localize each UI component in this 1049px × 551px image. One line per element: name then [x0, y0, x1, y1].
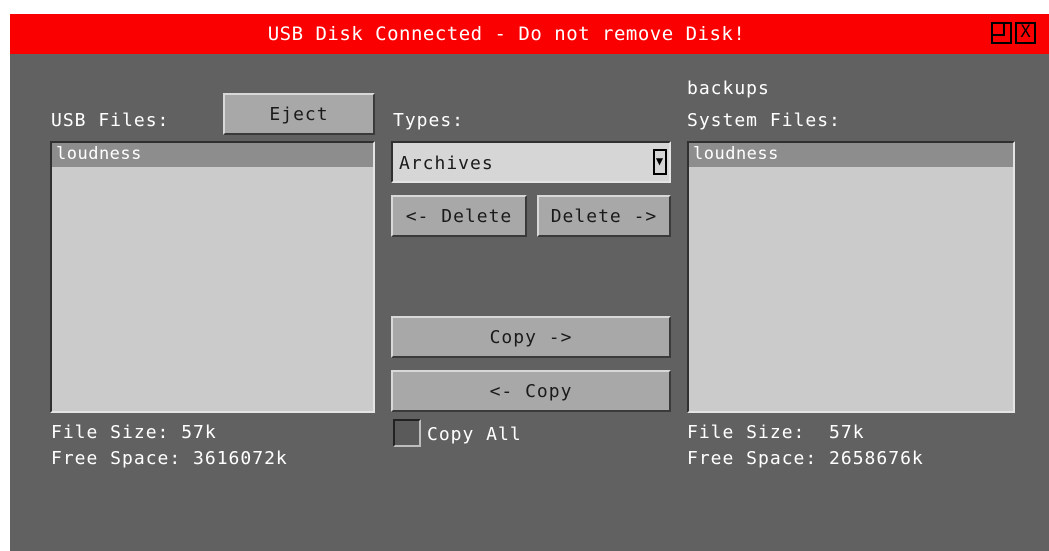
usb-files-label: USB Files: — [51, 110, 170, 131]
copy-to-system-button[interactable]: Copy -> — [391, 316, 671, 358]
system-file-size: File Size: 57k — [687, 422, 865, 443]
types-label: Types: — [393, 110, 465, 131]
delete-right-button[interactable]: Delete -> — [537, 195, 671, 237]
copy-all-label: Copy All — [427, 424, 522, 445]
delete-left-button[interactable]: <- Delete — [391, 195, 527, 237]
title-bar[interactable]: USB Disk Connected - Do not remove Disk!… — [10, 14, 1049, 54]
window-title: USB Disk Connected - Do not remove Disk! — [267, 23, 746, 45]
copy-all-checkbox[interactable] — [393, 419, 421, 447]
system-file-item[interactable]: loudness — [689, 143, 1013, 167]
chevron-down-icon[interactable]: ▼ — [653, 149, 667, 175]
usb-free-space: Free Space: 3616072k — [51, 448, 288, 469]
usb-file-size: File Size: 57k — [51, 422, 217, 443]
usb-file-list[interactable]: loudness — [50, 141, 375, 413]
system-files-label: System Files: — [687, 110, 841, 131]
system-folder-name: backups — [687, 78, 770, 99]
system-file-list[interactable]: loudness — [687, 141, 1015, 413]
types-select[interactable]: Archives ▼ — [391, 141, 671, 183]
usb-file-item[interactable]: loudness — [52, 143, 373, 167]
copy-to-usb-button[interactable]: <- Copy — [391, 370, 671, 412]
eject-button[interactable]: Eject — [223, 93, 375, 135]
close-icon[interactable]: X — [1015, 22, 1036, 44]
system-free-space: Free Space: 2658676k — [687, 448, 924, 469]
maximize-icon[interactable] — [991, 22, 1012, 44]
usb-transfer-window: USB Disk Connected - Do not remove Disk!… — [10, 14, 1049, 551]
types-selected-value: Archives — [399, 153, 494, 174]
